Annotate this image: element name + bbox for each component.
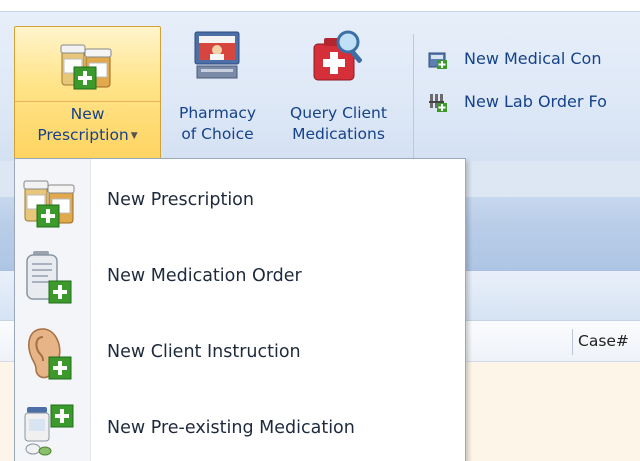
pharmacy-of-choice-button[interactable]: Pharmacy of Choice [166, 26, 269, 169]
ear-add-icon [28, 328, 72, 380]
app-window: New Prescription ▼ Pharmacy of Choice Qu… [0, 0, 640, 461]
pharmacy-icon [194, 31, 240, 79]
lab-order-icon [429, 94, 447, 112]
menu-item-new-medication-order[interactable]: New Medication Order [15, 239, 465, 315]
menu-item-label: New Pre-existing Medication [107, 418, 355, 438]
menu-item-label: New Medication Order [107, 266, 302, 286]
menu-item-label: New Prescription [107, 190, 254, 210]
title-strip [0, 0, 640, 11]
pharmacy-label-2: of Choice [181, 125, 254, 143]
new-prescription-label-2: Prescription [37, 126, 129, 144]
ribbon-group-separator [413, 34, 414, 162]
medical-search-icon [313, 30, 362, 81]
pill-bottles-add-icon [60, 44, 112, 90]
query-label-1: Query Client [290, 104, 387, 122]
iv-bag-add-icon [26, 251, 72, 304]
split-divider [15, 101, 160, 102]
new-prescription-label-1: New [70, 105, 105, 123]
column-header-case[interactable]: Case# [578, 332, 629, 350]
ribbon: New Prescription ▼ Pharmacy of Choice Qu… [0, 11, 640, 169]
medical-record-icon [428, 52, 447, 69]
pill-bottles-add-icon [23, 180, 75, 228]
new-prescription-dropdown-menu: New Prescription New Medication Order Ne… [14, 158, 466, 461]
query-client-medications-button[interactable]: Query Client Medications [273, 26, 404, 169]
menu-item-new-pre-existing-medication[interactable]: New Pre-existing Medication [15, 391, 465, 461]
menu-item-label: New Client Instruction [107, 342, 301, 362]
pill-jar-add-icon [24, 404, 74, 456]
menu-item-new-prescription[interactable]: New Prescription [15, 163, 465, 239]
new-prescription-button[interactable]: New Prescription ▼ [14, 26, 161, 169]
query-label-2: Medications [292, 125, 385, 143]
pharmacy-label-1: Pharmacy [178, 104, 257, 122]
menu-item-new-client-instruction[interactable]: New Client Instruction [15, 315, 465, 391]
new-lab-order-label: New Lab Order Fo [464, 92, 607, 111]
column-separator [572, 329, 573, 355]
chevron-down-icon[interactable]: ▼ [131, 131, 138, 141]
new-medical-condition-label: New Medical Con [464, 49, 602, 68]
